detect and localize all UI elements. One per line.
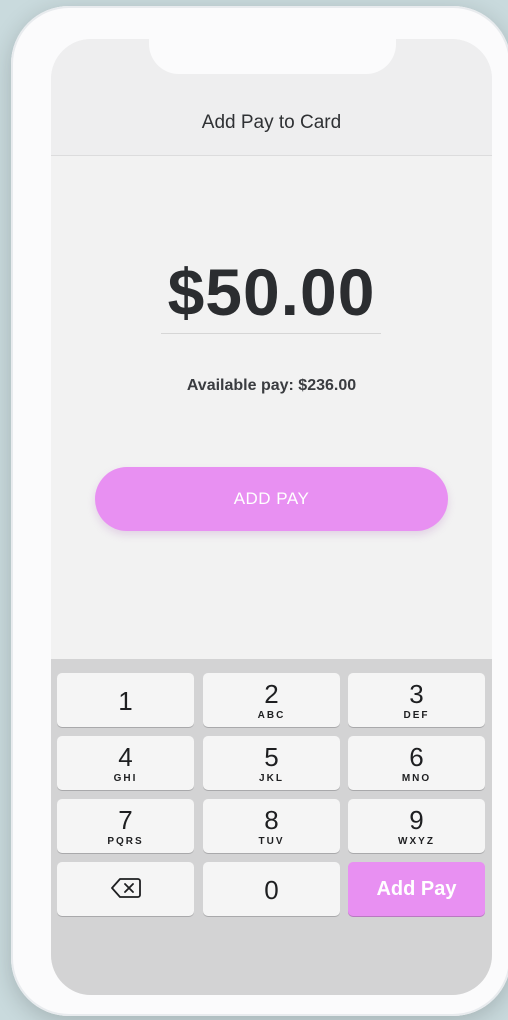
- key-5[interactable]: 5 JKL: [203, 736, 340, 790]
- key-digit: 5: [264, 742, 279, 772]
- screen: Add Pay to Card $50.00 Available pay: $2…: [51, 39, 492, 995]
- key-4[interactable]: 4 GHI: [57, 736, 194, 790]
- amount-underline: [161, 333, 381, 334]
- key-digit: 6: [409, 742, 424, 772]
- key-digit: 1: [118, 686, 133, 716]
- backspace-key[interactable]: [57, 862, 194, 916]
- key-digit: 9: [409, 805, 424, 835]
- phone-frame: Add Pay to Card $50.00 Available pay: $2…: [11, 6, 508, 1016]
- key-letters: JKL: [259, 773, 284, 784]
- key-letters: MNO: [401, 773, 432, 784]
- key-digit: 8: [264, 805, 279, 835]
- key-7[interactable]: 7 PQRS: [57, 799, 194, 853]
- key-digit: 7: [118, 805, 133, 835]
- key-letters: PQRS: [107, 836, 144, 847]
- add-pay-key-label: Add Pay: [376, 878, 457, 900]
- key-6[interactable]: 6 MNO: [348, 736, 485, 790]
- key-1[interactable]: 1: [57, 673, 194, 727]
- key-digit: 3: [409, 679, 424, 709]
- add-pay-button[interactable]: ADD PAY: [95, 467, 448, 531]
- key-2[interactable]: 2 ABC: [203, 673, 340, 727]
- key-letters: GHI: [113, 773, 138, 784]
- page-title: Add Pay to Card: [201, 112, 342, 133]
- backspace-icon: [111, 878, 141, 898]
- available-pay-text: Available pay: $236.00: [186, 377, 357, 394]
- amount-display[interactable]: $50.00: [51, 254, 492, 330]
- key-letters: DEF: [403, 710, 430, 721]
- numeric-keypad: 1 2 ABC 3 DEF 4 GHI 5 JKL 6 MNO 7 PQRS 8…: [51, 659, 492, 995]
- key-letters: TUV: [258, 836, 285, 847]
- add-pay-key[interactable]: Add Pay: [348, 862, 485, 916]
- key-8[interactable]: 8 TUV: [203, 799, 340, 853]
- key-3[interactable]: 3 DEF: [348, 673, 485, 727]
- notch: [149, 39, 396, 74]
- key-0[interactable]: 0: [203, 862, 340, 916]
- key-letters: WXYZ: [398, 836, 435, 847]
- key-9[interactable]: 9 WXYZ: [348, 799, 485, 853]
- key-digit: 4: [118, 742, 133, 772]
- key-letters: ABC: [257, 710, 286, 721]
- key-digit: 2: [264, 679, 279, 709]
- key-digit: 0: [264, 875, 279, 905]
